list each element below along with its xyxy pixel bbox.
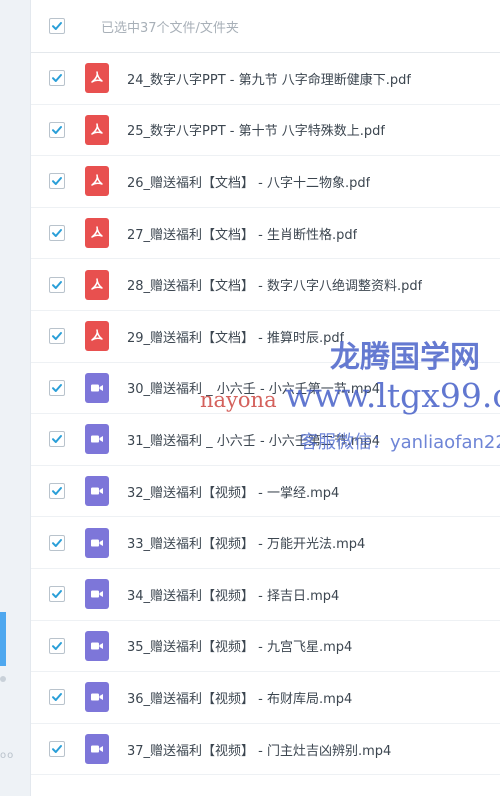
checkmark-icon: [52, 332, 62, 341]
file-checkbox[interactable]: [49, 741, 65, 758]
file-row[interactable]: 26_赠送福利【文档】 - 八字十二物象.pdf: [31, 156, 500, 208]
file-row[interactable]: 36_赠送福利【视频】 - 布财库局.mp4: [31, 672, 500, 724]
file-name[interactable]: 35_赠送福利【视频】 - 九宫飞星.mp4: [127, 636, 352, 655]
pdf-file-icon: [85, 166, 109, 197]
file-name[interactable]: 34_赠送福利【视频】 - 择吉日.mp4: [127, 585, 339, 604]
pdf-file-icon: [85, 63, 109, 94]
sidebar-dot: [0, 676, 6, 682]
file-row[interactable]: 34_赠送福利【视频】 - 择吉日.mp4: [31, 569, 500, 621]
checkmark-icon: [52, 487, 62, 496]
file-row[interactable]: 28_赠送福利【文档】 - 数字八字八绝调整资料.pdf: [31, 259, 500, 311]
checkmark-icon: [52, 74, 62, 83]
video-file-icon: [85, 579, 109, 610]
file-checkbox[interactable]: [49, 328, 65, 345]
video-file-icon: [85, 527, 109, 558]
pdf-file-icon: [85, 218, 109, 249]
file-row[interactable]: 32_赠送福利【视频】 - 一掌经.mp4: [31, 466, 500, 518]
file-checkbox[interactable]: [49, 70, 65, 87]
video-file-icon: [85, 424, 109, 455]
checkmark-icon: [52, 280, 62, 289]
video-file-icon: [85, 734, 109, 765]
file-row[interactable]: 31_赠送福利 _ 小六壬 - 小六壬第二节.mp4: [31, 414, 500, 466]
pdf-file-icon: [85, 321, 109, 352]
file-name[interactable]: 33_赠送福利【视频】 - 万能开光法.mp4: [127, 533, 365, 552]
file-checkbox[interactable]: [49, 225, 65, 242]
file-checkbox[interactable]: [49, 534, 65, 551]
file-name[interactable]: 24_数字八字PPT - 第九节 八字命理断健康下.pdf: [127, 69, 411, 88]
pdf-file-icon: [85, 269, 109, 300]
file-name[interactable]: 36_赠送福利【视频】 - 布财库局.mp4: [127, 688, 352, 707]
file-name[interactable]: 30_赠送福利 _ 小六壬 - 小六壬第一节.mp4: [127, 378, 380, 397]
file-checkbox[interactable]: [49, 431, 65, 448]
checkmark-icon: [52, 538, 62, 547]
file-name[interactable]: 29_赠送福利【文档】 - 推算时辰.pdf: [127, 327, 344, 346]
file-row[interactable]: 30_赠送福利 _ 小六壬 - 小六壬第一节.mp4: [31, 363, 500, 415]
file-row[interactable]: 27_赠送福利【文档】 - 生肖断性格.pdf: [31, 208, 500, 260]
checkmark-icon: [52, 229, 62, 238]
file-name[interactable]: 31_赠送福利 _ 小六壬 - 小六壬第二节.mp4: [127, 430, 380, 449]
file-name[interactable]: 26_赠送福利【文档】 - 八字十二物象.pdf: [127, 172, 370, 191]
sidebar-more-dots[interactable]: oo: [0, 750, 14, 761]
selection-count-text: 已选中37个文件/文件夹: [101, 20, 239, 36]
file-name[interactable]: 32_赠送福利【视频】 - 一掌经.mp4: [127, 482, 339, 501]
checkmark-icon: [52, 641, 62, 650]
checkmark-icon: [52, 590, 62, 599]
pdf-file-icon: [85, 114, 109, 145]
file-checkbox[interactable]: [49, 586, 65, 603]
file-row[interactable]: 35_赠送福利【视频】 - 九宫飞星.mp4: [31, 621, 500, 673]
file-checkbox[interactable]: [49, 637, 65, 654]
checkmark-icon: [52, 22, 62, 30]
file-list-panel: 已选中37个文件/文件夹 24_数字八字PPT - 第九节 八字命理断健康下.p…: [30, 0, 500, 796]
file-row[interactable]: 25_数字八字PPT - 第十节 八字特殊数上.pdf: [31, 105, 500, 157]
file-list: 24_数字八字PPT - 第九节 八字命理断健康下.pdf 25_数字八字PPT …: [31, 53, 500, 776]
video-file-icon: [85, 630, 109, 661]
select-all-checkbox[interactable]: [49, 18, 65, 34]
file-name[interactable]: 28_赠送福利【文档】 - 数字八字八绝调整资料.pdf: [127, 275, 422, 294]
video-file-icon: [85, 372, 109, 403]
checkmark-icon: [52, 693, 62, 702]
file-row[interactable]: 29_赠送福利【文档】 - 推算时辰.pdf: [31, 311, 500, 363]
file-checkbox[interactable]: [49, 276, 65, 293]
file-checkbox[interactable]: [49, 173, 65, 190]
file-row[interactable]: 33_赠送福利【视频】 - 万能开光法.mp4: [31, 517, 500, 569]
file-name[interactable]: 25_数字八字PPT - 第十节 八字特殊数上.pdf: [127, 120, 385, 139]
file-checkbox[interactable]: [49, 379, 65, 396]
file-row[interactable]: 37_赠送福利【视频】 - 门主灶吉凶辨别.mp4: [31, 724, 500, 776]
video-file-icon: [85, 476, 109, 507]
file-name[interactable]: 37_赠送福利【视频】 - 门主灶吉凶辨别.mp4: [127, 740, 391, 759]
file-manager: oo 已选中37个文件/文件夹 24_数字八字PPT - 第九节 八字命理断健康…: [0, 0, 500, 796]
checkmark-icon: [52, 383, 62, 392]
file-checkbox[interactable]: [49, 689, 65, 706]
checkmark-icon: [52, 435, 62, 444]
file-checkbox[interactable]: [49, 121, 65, 138]
checkmark-icon: [52, 177, 62, 186]
video-file-icon: [85, 682, 109, 713]
file-row[interactable]: 24_数字八字PPT - 第九节 八字命理断健康下.pdf: [31, 53, 500, 105]
checkmark-icon: [52, 745, 62, 754]
file-name[interactable]: 27_赠送福利【文档】 - 生肖断性格.pdf: [127, 224, 357, 243]
checkmark-icon: [52, 125, 62, 134]
sidebar-scroll-indicator[interactable]: [0, 612, 6, 666]
selection-header: 已选中37个文件/文件夹: [31, 0, 500, 53]
file-checkbox[interactable]: [49, 483, 65, 500]
